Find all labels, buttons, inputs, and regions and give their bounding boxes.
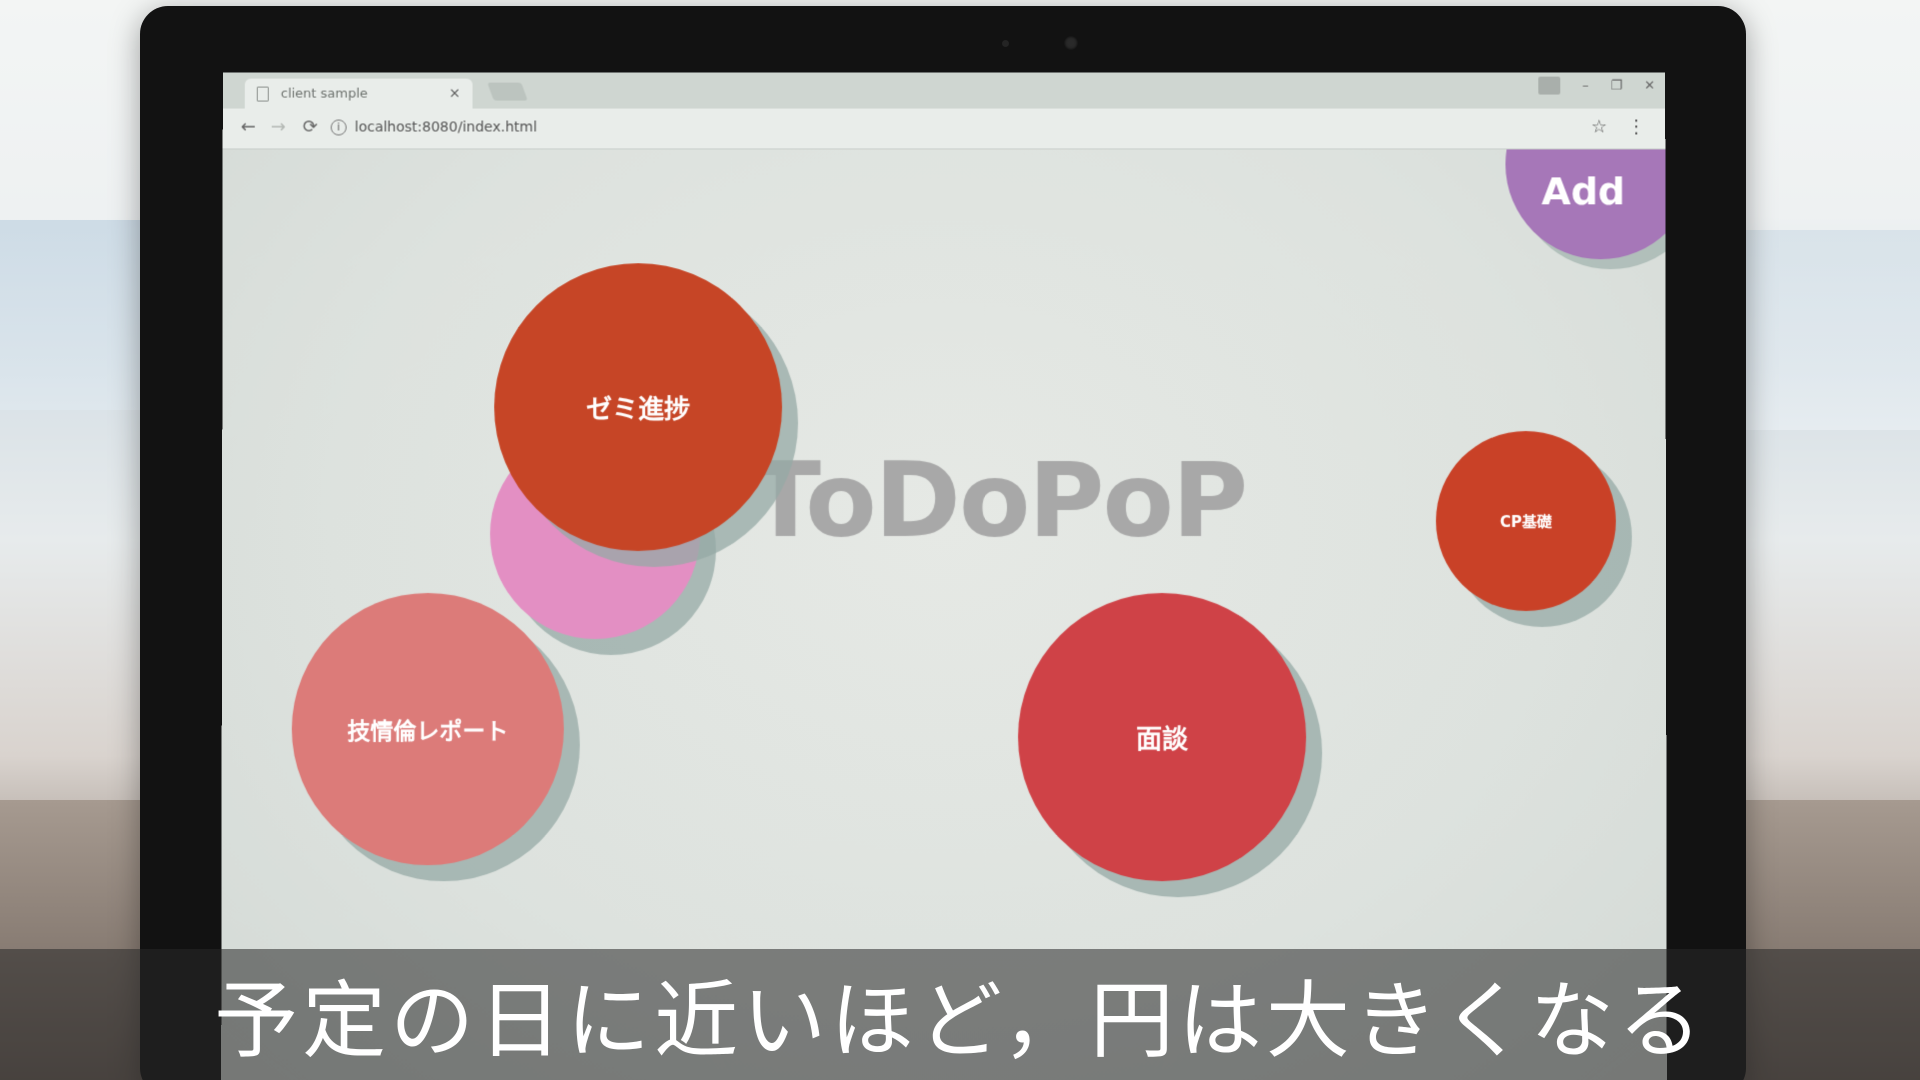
page-icon: [256, 86, 269, 102]
todo-bubble-label: 技情倫レポート: [347, 719, 509, 746]
subtitle-text: 予定の日に近いほど，円は大きくなる: [214, 972, 1706, 1070]
minimize-icon[interactable]: –: [1582, 78, 1589, 93]
background-window-left: [0, 220, 150, 410]
tab-close-icon[interactable]: ×: [449, 86, 461, 102]
subtitle-bar: 予定の日に近いほど，円は大きくなる: [0, 949, 1920, 1080]
todo-bubble[interactable]: 技情倫レポート: [291, 592, 564, 866]
url-text: localhost:8080/index.html: [354, 119, 537, 136]
bookmark-star-icon[interactable]: ☆: [1591, 117, 1607, 138]
forward-arrow-icon[interactable]: →: [271, 117, 286, 138]
tablet-screen: client sample × – ❐ ✕ ← → ⟳ i localhost:…: [221, 72, 1667, 1080]
todo-bubble[interactable]: ゼミ進捗: [494, 263, 783, 552]
address-bar[interactable]: i localhost:8080/index.html: [330, 114, 1600, 142]
browser-toolbar: ← → ⟳ i localhost:8080/index.html ☆ ⋮: [222, 108, 1666, 150]
add-button-label: Add: [1541, 169, 1626, 214]
background-window-right: [1740, 230, 1920, 430]
restore-icon[interactable]: ❐: [1611, 78, 1623, 93]
info-icon[interactable]: i: [330, 119, 347, 136]
browser-tab[interactable]: client sample ×: [244, 78, 473, 109]
todo-bubble[interactable]: 面談: [1018, 592, 1307, 882]
new-tab-button[interactable]: [487, 82, 528, 101]
back-arrow-icon[interactable]: ←: [241, 117, 256, 138]
window-controls: – ❐ ✕: [1538, 76, 1655, 95]
todo-bubble-label: 面談: [1136, 724, 1189, 755]
tab-title: client sample: [280, 86, 368, 102]
sensor-dot: [1002, 40, 1009, 47]
todo-bubble-label: ゼミ進捗: [586, 394, 691, 425]
close-window-icon[interactable]: ✕: [1644, 78, 1655, 93]
app-canvas: ToDoPoP Add ゼミ進捗 技情倫レポート 面談 CP基礎: [221, 149, 1667, 1080]
app-logo: ToDoPoP: [750, 439, 1247, 562]
todo-bubble[interactable]: CP基礎: [1435, 431, 1617, 612]
profile-icon[interactable]: [1538, 76, 1561, 95]
reload-icon[interactable]: ⟳: [303, 117, 318, 138]
video-frame: client sample × – ❐ ✕ ← → ⟳ i localhost:…: [0, 0, 1920, 1080]
add-button[interactable]: Add: [1505, 149, 1667, 260]
browser-menu-icon[interactable]: ⋮: [1627, 117, 1645, 138]
browser-tab-strip: client sample × – ❐ ✕: [222, 72, 1666, 109]
camera-icon: [1064, 36, 1078, 50]
todo-bubble-label: CP基礎: [1499, 512, 1552, 531]
tablet-device: client sample × – ❐ ✕ ← → ⟳ i localhost:…: [140, 6, 1746, 1080]
